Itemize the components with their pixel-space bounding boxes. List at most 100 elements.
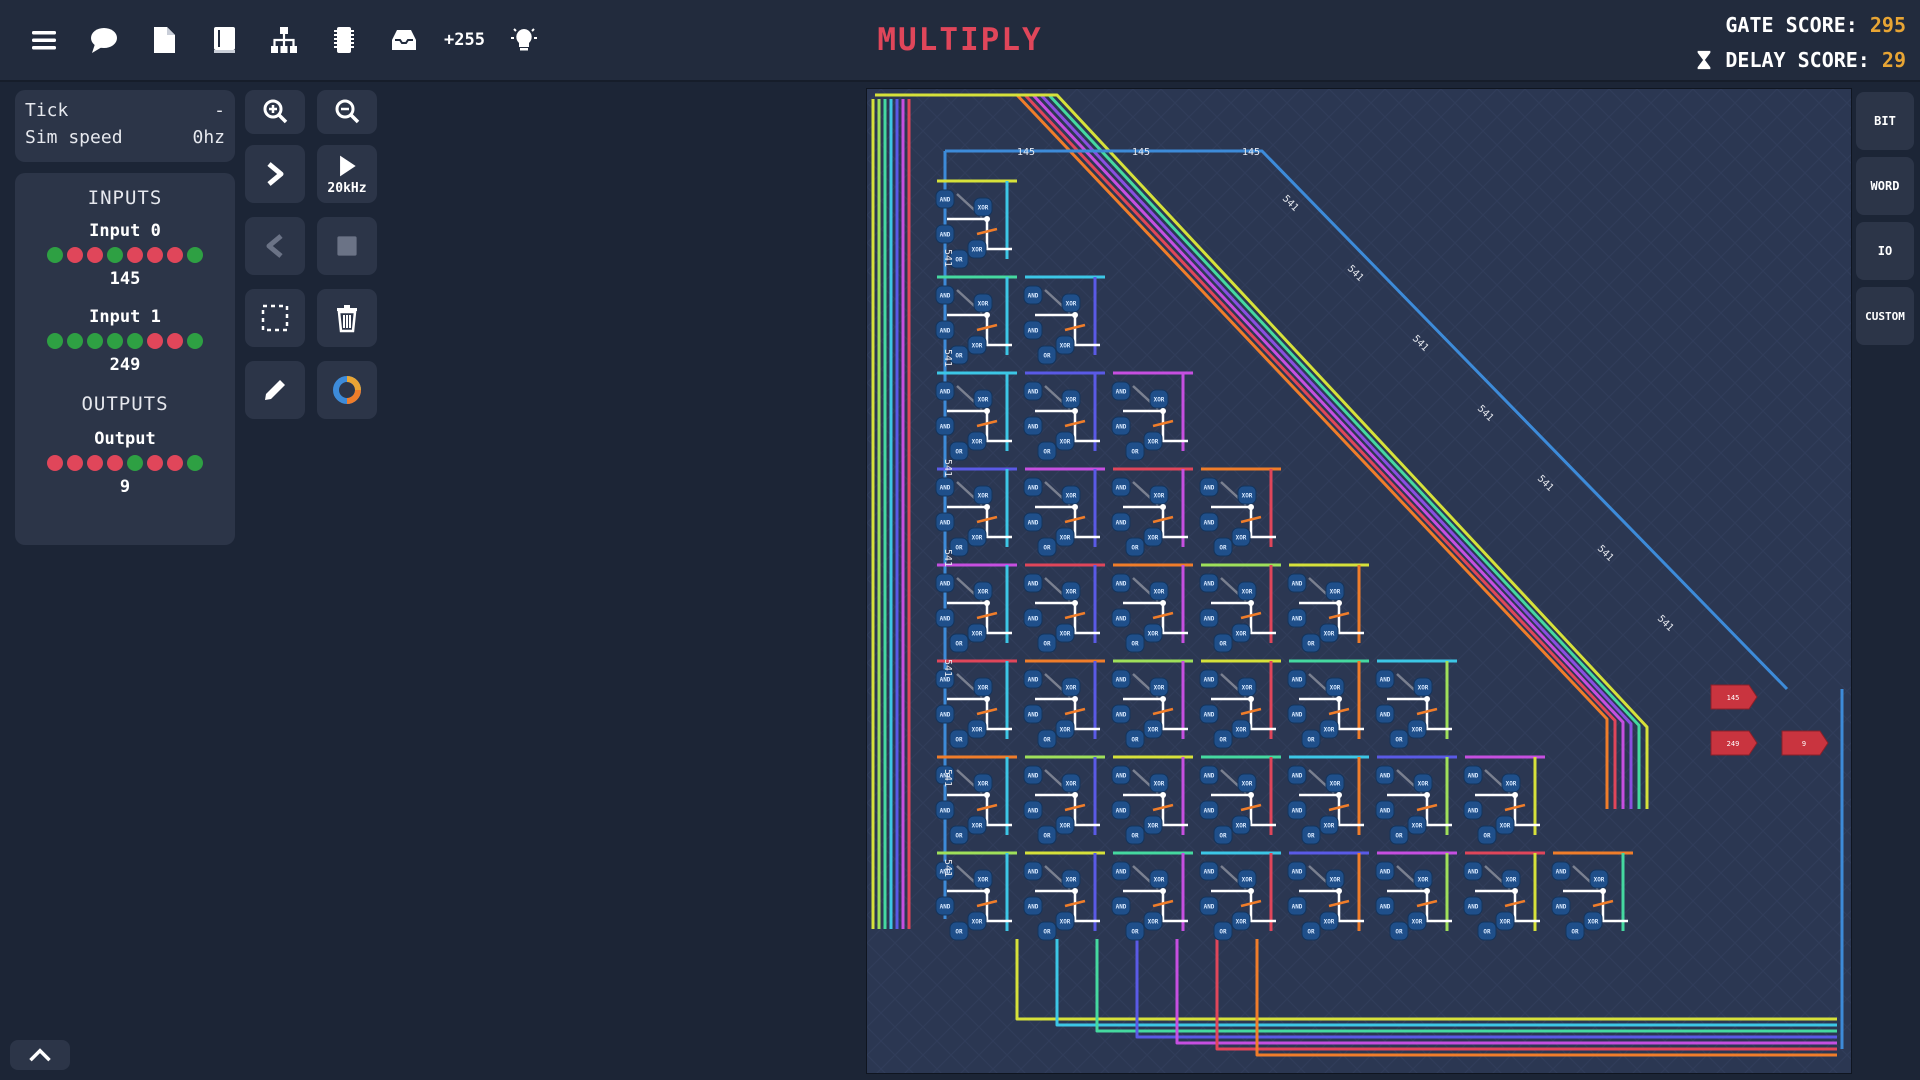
- color-picker-button[interactable]: [317, 361, 377, 419]
- or-gate: OR: [1389, 825, 1409, 845]
- and-gate-label: AND: [1116, 677, 1127, 684]
- or-gate-label: OR: [1043, 545, 1051, 552]
- wire-junction: [1160, 888, 1166, 894]
- or-gate: OR: [1213, 825, 1233, 845]
- and-gate-label: AND: [1292, 904, 1303, 911]
- and-gate-label: AND: [1292, 712, 1303, 719]
- xor-gate: XOR: [1237, 677, 1257, 697]
- xor-gate-label: XOR: [1154, 685, 1165, 692]
- outputs-heading: OUTPUTS: [81, 393, 169, 415]
- and-gate-label: AND: [940, 328, 951, 335]
- xor-gate: XOR: [1325, 869, 1345, 889]
- bus-value-label: 541: [942, 459, 953, 477]
- xor-gate: XOR: [967, 911, 987, 931]
- zoom-in-button[interactable]: [245, 90, 305, 134]
- selection-icon: [261, 304, 289, 332]
- and-gate: AND: [1375, 861, 1395, 881]
- xor-gate: XOR: [1055, 527, 1075, 547]
- xor-gate-label: XOR: [1148, 823, 1159, 830]
- and-gate-label: AND: [940, 712, 951, 719]
- xor-gate: XOR: [1413, 773, 1433, 793]
- circuit-board[interactable]: AND AND XOR XOR OR AND AND XOR XOR OR AND AND XOR XOR…: [867, 89, 1851, 1073]
- zoom-out-button[interactable]: [317, 90, 377, 134]
- and-gate: AND: [1287, 896, 1307, 916]
- bit-off-indicator: [127, 247, 143, 263]
- and-gate-label: AND: [1116, 616, 1127, 623]
- and-gate-label: AND: [1116, 904, 1127, 911]
- delay-score-value: 29: [1881, 48, 1906, 72]
- wire-junction: [1512, 792, 1518, 798]
- stop-button[interactable]: [317, 217, 377, 275]
- tab-word[interactable]: WORD: [1856, 157, 1914, 215]
- xor-gate-label: XOR: [972, 247, 983, 254]
- and-gate: AND: [1111, 765, 1131, 785]
- bit-off-indicator: [47, 455, 63, 471]
- io-pin-value: 249: [1727, 740, 1740, 748]
- io-pin: 249: [1710, 730, 1758, 756]
- xor-gate-label: XOR: [1060, 343, 1071, 350]
- wire-junction: [1512, 888, 1518, 894]
- step-back-button[interactable]: [245, 217, 305, 275]
- tab-custom[interactable]: CUSTOM: [1856, 287, 1914, 345]
- xor-gate: XOR: [1061, 581, 1081, 601]
- xor-gate-label: XOR: [1154, 397, 1165, 404]
- and-gate-label: AND: [1028, 616, 1039, 623]
- xor-gate: XOR: [1589, 869, 1609, 889]
- and-gate: AND: [935, 189, 955, 209]
- xor-gate: XOR: [1061, 869, 1081, 889]
- xor-gate: XOR: [967, 623, 987, 643]
- xor-gate: XOR: [1231, 911, 1251, 931]
- and-gate-label: AND: [1116, 773, 1127, 780]
- xor-gate: XOR: [973, 869, 993, 889]
- pencil-button[interactable]: [245, 361, 305, 419]
- play-button[interactable]: 20kHz: [317, 145, 377, 203]
- bit-off-indicator: [107, 455, 123, 471]
- bit-off-indicator: [147, 455, 163, 471]
- and-gate-label: AND: [1292, 581, 1303, 588]
- input0-bits[interactable]: [15, 247, 235, 263]
- xor-gate: XOR: [1055, 815, 1075, 835]
- delete-button[interactable]: [317, 289, 377, 347]
- and-gate-label: AND: [1204, 485, 1215, 492]
- gate-score-label: GATE SCORE:: [1725, 13, 1858, 37]
- and-gate-label: AND: [1028, 712, 1039, 719]
- circuit-canvas[interactable]: AND AND XOR XOR OR AND AND XOR XOR OR AND AND XOR XOR…: [866, 88, 1852, 1074]
- xor-gate-label: XOR: [1236, 919, 1247, 926]
- bit-on-indicator: [47, 247, 63, 263]
- xor-gate: XOR: [1055, 911, 1075, 931]
- wire-junction: [1072, 504, 1078, 510]
- tab-io[interactable]: IO: [1856, 222, 1914, 280]
- and-gate: AND: [1375, 765, 1395, 785]
- xor-gate-label: XOR: [972, 919, 983, 926]
- and-gate-label: AND: [1380, 712, 1391, 719]
- select-button[interactable]: [245, 289, 305, 347]
- and-gate-label: AND: [940, 424, 951, 431]
- xor-gate-label: XOR: [1330, 877, 1341, 884]
- input1-bits[interactable]: [15, 333, 235, 349]
- and-gate: AND: [935, 285, 955, 305]
- xor-gate: XOR: [973, 389, 993, 409]
- xor-gate: XOR: [1231, 623, 1251, 643]
- and-gate: AND: [1199, 800, 1219, 820]
- bus-value-label: 145: [1017, 147, 1035, 158]
- or-gate-label: OR: [1395, 929, 1403, 936]
- expand-panel-button[interactable]: [10, 1040, 70, 1070]
- xor-gate-label: XOR: [1060, 631, 1071, 638]
- and-gate: AND: [1023, 416, 1043, 436]
- wire-junction: [984, 792, 990, 798]
- and-gate: AND: [1023, 704, 1043, 724]
- io-pin: 9: [1781, 730, 1829, 756]
- or-gate-label: OR: [1131, 929, 1139, 936]
- step-forward-button[interactable]: [245, 145, 305, 203]
- or-gate-label: OR: [1219, 641, 1227, 648]
- bit-off-indicator: [167, 247, 183, 263]
- and-gate: AND: [1463, 765, 1483, 785]
- and-gate: AND: [1199, 608, 1219, 628]
- and-gate-label: AND: [1468, 773, 1479, 780]
- xor-gate-label: XOR: [1242, 589, 1253, 596]
- xor-gate: XOR: [1495, 911, 1515, 931]
- tab-bit[interactable]: BIT: [1856, 92, 1914, 150]
- wire-junction: [984, 888, 990, 894]
- bus-value-label: 541: [942, 659, 953, 677]
- xor-gate-label: XOR: [1066, 589, 1077, 596]
